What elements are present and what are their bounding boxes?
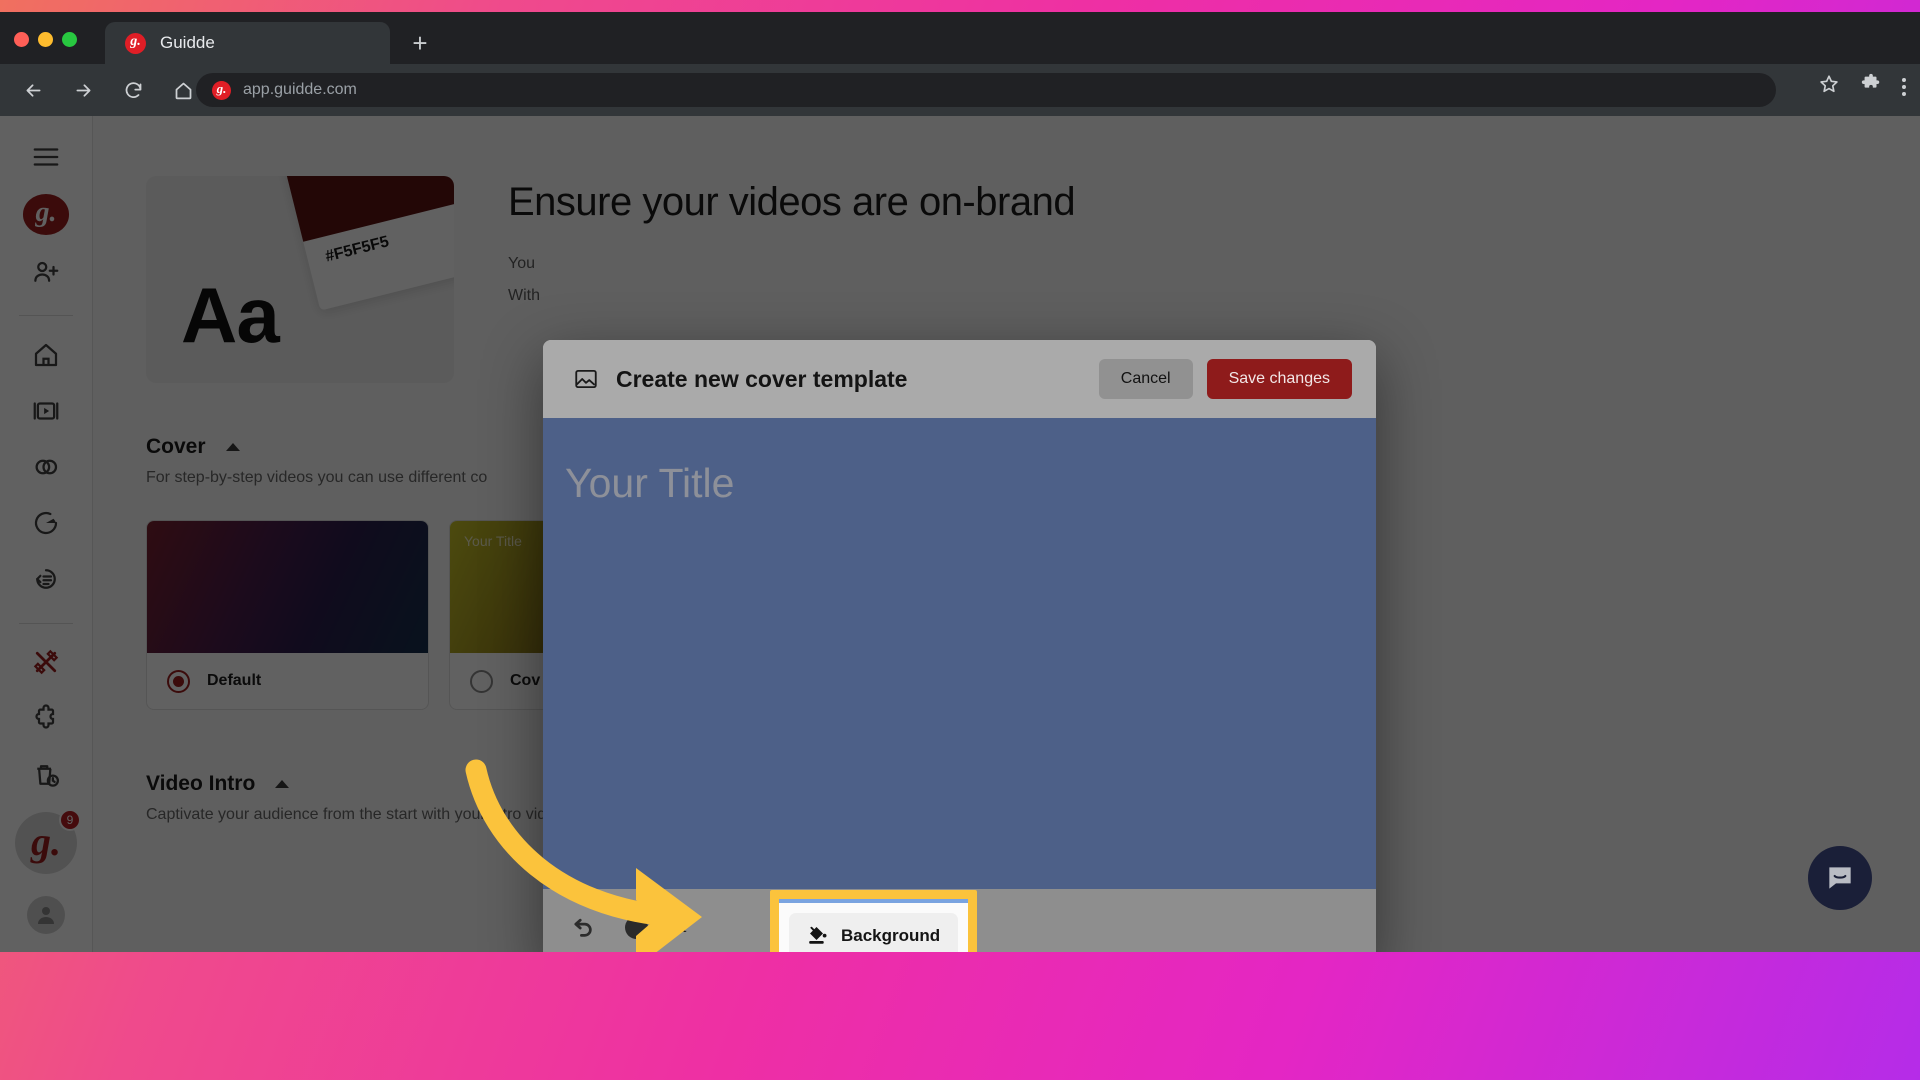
toolbar-right-actions	[1818, 73, 1906, 100]
desktop-wallpaper: g. Guidde + g. app.guidde.com Create new…	[0, 0, 1920, 1080]
extensions-puzzle-icon[interactable]	[1860, 73, 1882, 100]
home-icon[interactable]	[166, 73, 200, 107]
close-window-button[interactable]	[14, 32, 29, 47]
minimize-window-button[interactable]	[38, 32, 53, 47]
background-button[interactable]: Background	[789, 913, 958, 952]
browser-tab-guidde[interactable]: g. Guidde	[105, 22, 390, 64]
background-button-highlight: Background	[770, 890, 977, 952]
background-button-panel: Background	[779, 899, 968, 952]
image-icon	[573, 366, 599, 392]
window-traffic-lights[interactable]	[14, 32, 77, 47]
guidde-favicon-icon: g.	[125, 32, 146, 54]
cancel-button[interactable]: Cancel	[1098, 359, 1193, 399]
canvas-title-placeholder[interactable]: Your Title	[565, 460, 734, 507]
paint-bucket-icon	[805, 922, 829, 951]
maximize-window-button[interactable]	[62, 32, 77, 47]
bookmark-star-icon[interactable]	[1818, 73, 1840, 100]
tab-title: Guidde	[160, 33, 215, 52]
forward-arrow-icon[interactable]	[66, 73, 100, 107]
panel-top-accent	[779, 899, 968, 903]
intercom-chat-icon[interactable]	[1808, 846, 1872, 910]
modal-header: Create new cover template Cancel Save ch…	[543, 340, 1376, 418]
guidde-site-icon: g.	[212, 80, 231, 100]
reload-icon[interactable]	[116, 73, 150, 107]
tab-strip: g. Guidde +	[0, 12, 1920, 64]
background-button-label: Background	[841, 926, 941, 945]
browser-toolbar: g. app.guidde.com	[0, 64, 1920, 116]
address-bar[interactable]: g. app.guidde.com	[196, 73, 1776, 107]
url-text: app.guidde.com	[243, 81, 357, 98]
new-tab-button[interactable]: +	[405, 30, 435, 60]
browser-menu-icon[interactable]	[1902, 77, 1906, 96]
modal-title: Create new cover template	[616, 365, 908, 392]
browser-window: g. Guidde + g. app.guidde.com Create new…	[0, 12, 1920, 952]
modal-actions: Cancel Save changes	[1098, 359, 1352, 399]
back-arrow-icon[interactable]	[16, 73, 50, 107]
app-viewport: g.	[0, 116, 1920, 952]
save-changes-button[interactable]: Save changes	[1206, 359, 1352, 399]
